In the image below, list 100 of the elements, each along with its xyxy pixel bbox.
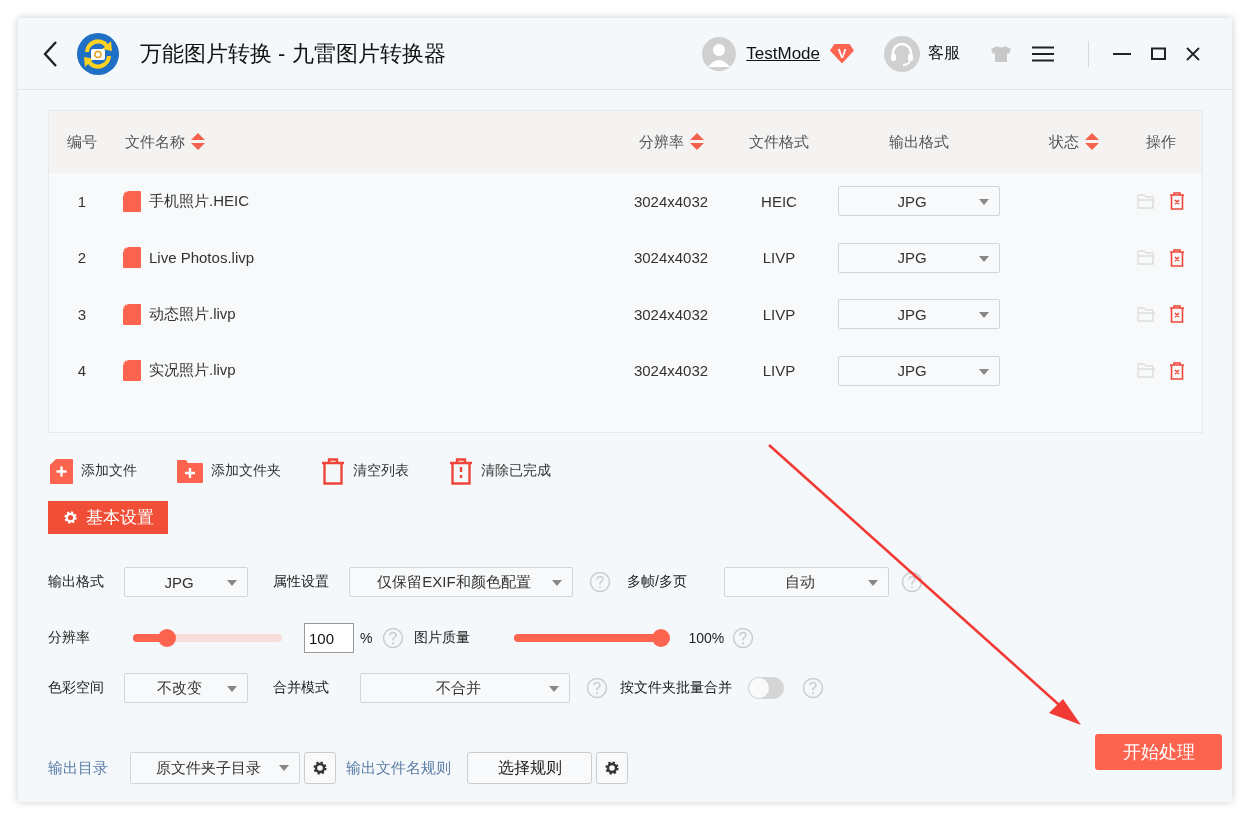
add-folder-icon [177,459,203,483]
dropdown[interactable]: JPG [124,567,248,597]
toolbar-button[interactable]: 添加文件夹 [175,455,281,487]
output-dir-label: 输出目录 [48,758,108,778]
filename-rule-link[interactable]: 输出文件名规则 [346,752,451,784]
caret-icon [979,255,989,262]
table-cell: 4 [77,362,87,380]
sort-icon[interactable] [191,133,205,151]
close-icon[interactable] [1186,46,1200,61]
toggle-switch[interactable] [748,677,784,699]
username-link[interactable]: TestMode [746,43,820,64]
sort-icon[interactable] [1085,133,1099,151]
vip-badge: V [830,43,854,64]
dropdown[interactable]: 不合并 [360,673,570,703]
help-icon[interactable] [732,627,755,649]
add-file-icon [50,458,73,484]
gear-icon [604,760,620,776]
support-label[interactable]: 客服 [928,43,960,64]
dropdown[interactable]: JPG [838,355,1000,386]
settings-tab[interactable]: 基本设置 [48,501,168,534]
column-header[interactable]: 文件名称 [125,132,185,152]
table-cell: 2 [77,249,87,267]
toolbar-button[interactable]: 清除已完成 [447,455,551,487]
select-rule-button[interactable]: 选择规则 [467,752,592,784]
help-icon[interactable] [382,627,405,649]
setting-label: 按文件夹批量合并 [620,679,732,697]
caret-icon [979,199,989,206]
column-header: 操作 [1145,132,1176,152]
help-icon[interactable] [586,677,608,699]
table-cell: 3 [77,305,87,323]
table-cell: 3024x4032 [633,192,709,210]
file-icon [123,303,141,325]
gear-icon [62,510,78,525]
column-header[interactable]: 分辨率 [638,132,684,152]
file-name: 实况照片.livp [149,361,236,381]
file-icon [123,247,141,269]
sort-icon[interactable] [689,133,704,151]
table-cell: LIVP [762,362,796,380]
column-header: 文件格式 [749,132,809,152]
file-name: Live Photos.livp [149,249,255,267]
window-title: 万能图片转换 - 九雷图片转换器 [140,39,446,68]
dropdown[interactable]: JPG [838,186,1000,217]
setting-label: 分辨率 [48,629,91,647]
delete-icon[interactable] [1168,192,1185,211]
avatar-icon[interactable] [702,36,737,71]
settings-button[interactable] [304,752,336,784]
resolution-input[interactable]: 100 [304,623,354,653]
dropdown[interactable]: 自动 [724,567,889,597]
caret-icon [979,312,989,319]
gear-icon [312,760,328,776]
maximize-icon[interactable] [1151,47,1166,60]
logo-icon [76,31,120,76]
column-header[interactable]: 状态 [1049,132,1079,152]
caret-icon [868,580,878,586]
caret-icon [549,686,559,692]
dropdown[interactable]: JPG [838,242,1000,273]
setting-label: 输出格式 [48,573,105,591]
setting-label: 属性设置 [273,573,330,591]
delete-icon[interactable] [1168,248,1185,267]
back-icon[interactable] [42,39,58,68]
table-cell: HEIC [761,192,797,210]
dropdown[interactable]: 原文件夹子目录 [130,752,300,784]
caret-icon [227,580,237,586]
file-name: 手机照片.HEIC [149,191,249,211]
caret-icon [552,580,562,586]
dropdown[interactable]: JPG [838,299,1000,330]
setting-label: 合并模式 [273,679,330,697]
help-icon[interactable] [589,571,611,593]
unit-label: % [360,630,373,646]
quality-reading: 100% [688,630,725,646]
table-cell: 3024x4032 [633,362,709,380]
menu-icon[interactable] [1032,45,1054,62]
column-header: 编号 [67,132,97,152]
column-header: 输出格式 [889,132,949,152]
table-cell: 3024x4032 [633,305,709,323]
toolbar-button[interactable]: 添加文件 [48,455,137,487]
settings-button[interactable] [596,752,628,784]
delete-icon[interactable] [1168,305,1185,324]
table-cell: 3024x4032 [633,249,709,267]
trash-icon [321,457,345,485]
dropdown[interactable]: 不改变 [124,673,248,703]
file-name: 动态照片.livp [149,304,236,324]
setting-label: 色彩空间 [48,679,105,697]
caret-icon [227,686,237,692]
toolbar-button[interactable]: 清空列表 [319,455,409,487]
table-cell: LIVP [762,305,796,323]
minimize-icon[interactable] [1113,51,1131,56]
file-icon [123,190,141,212]
file-icon [123,360,141,382]
shirt-icon[interactable] [990,44,1012,63]
caret-icon [979,368,989,375]
setting-label: 图片质量 [414,629,472,647]
headset-icon[interactable] [884,35,920,72]
table-cell: LIVP [762,249,796,267]
trash-icon [449,457,473,485]
help-icon[interactable] [802,677,824,699]
delete-icon[interactable] [1168,361,1185,380]
help-icon[interactable] [901,571,923,593]
setting-label: 多帧/多页 [627,573,688,591]
dropdown[interactable]: 仅保留EXIF和颜色配置 [349,567,573,597]
